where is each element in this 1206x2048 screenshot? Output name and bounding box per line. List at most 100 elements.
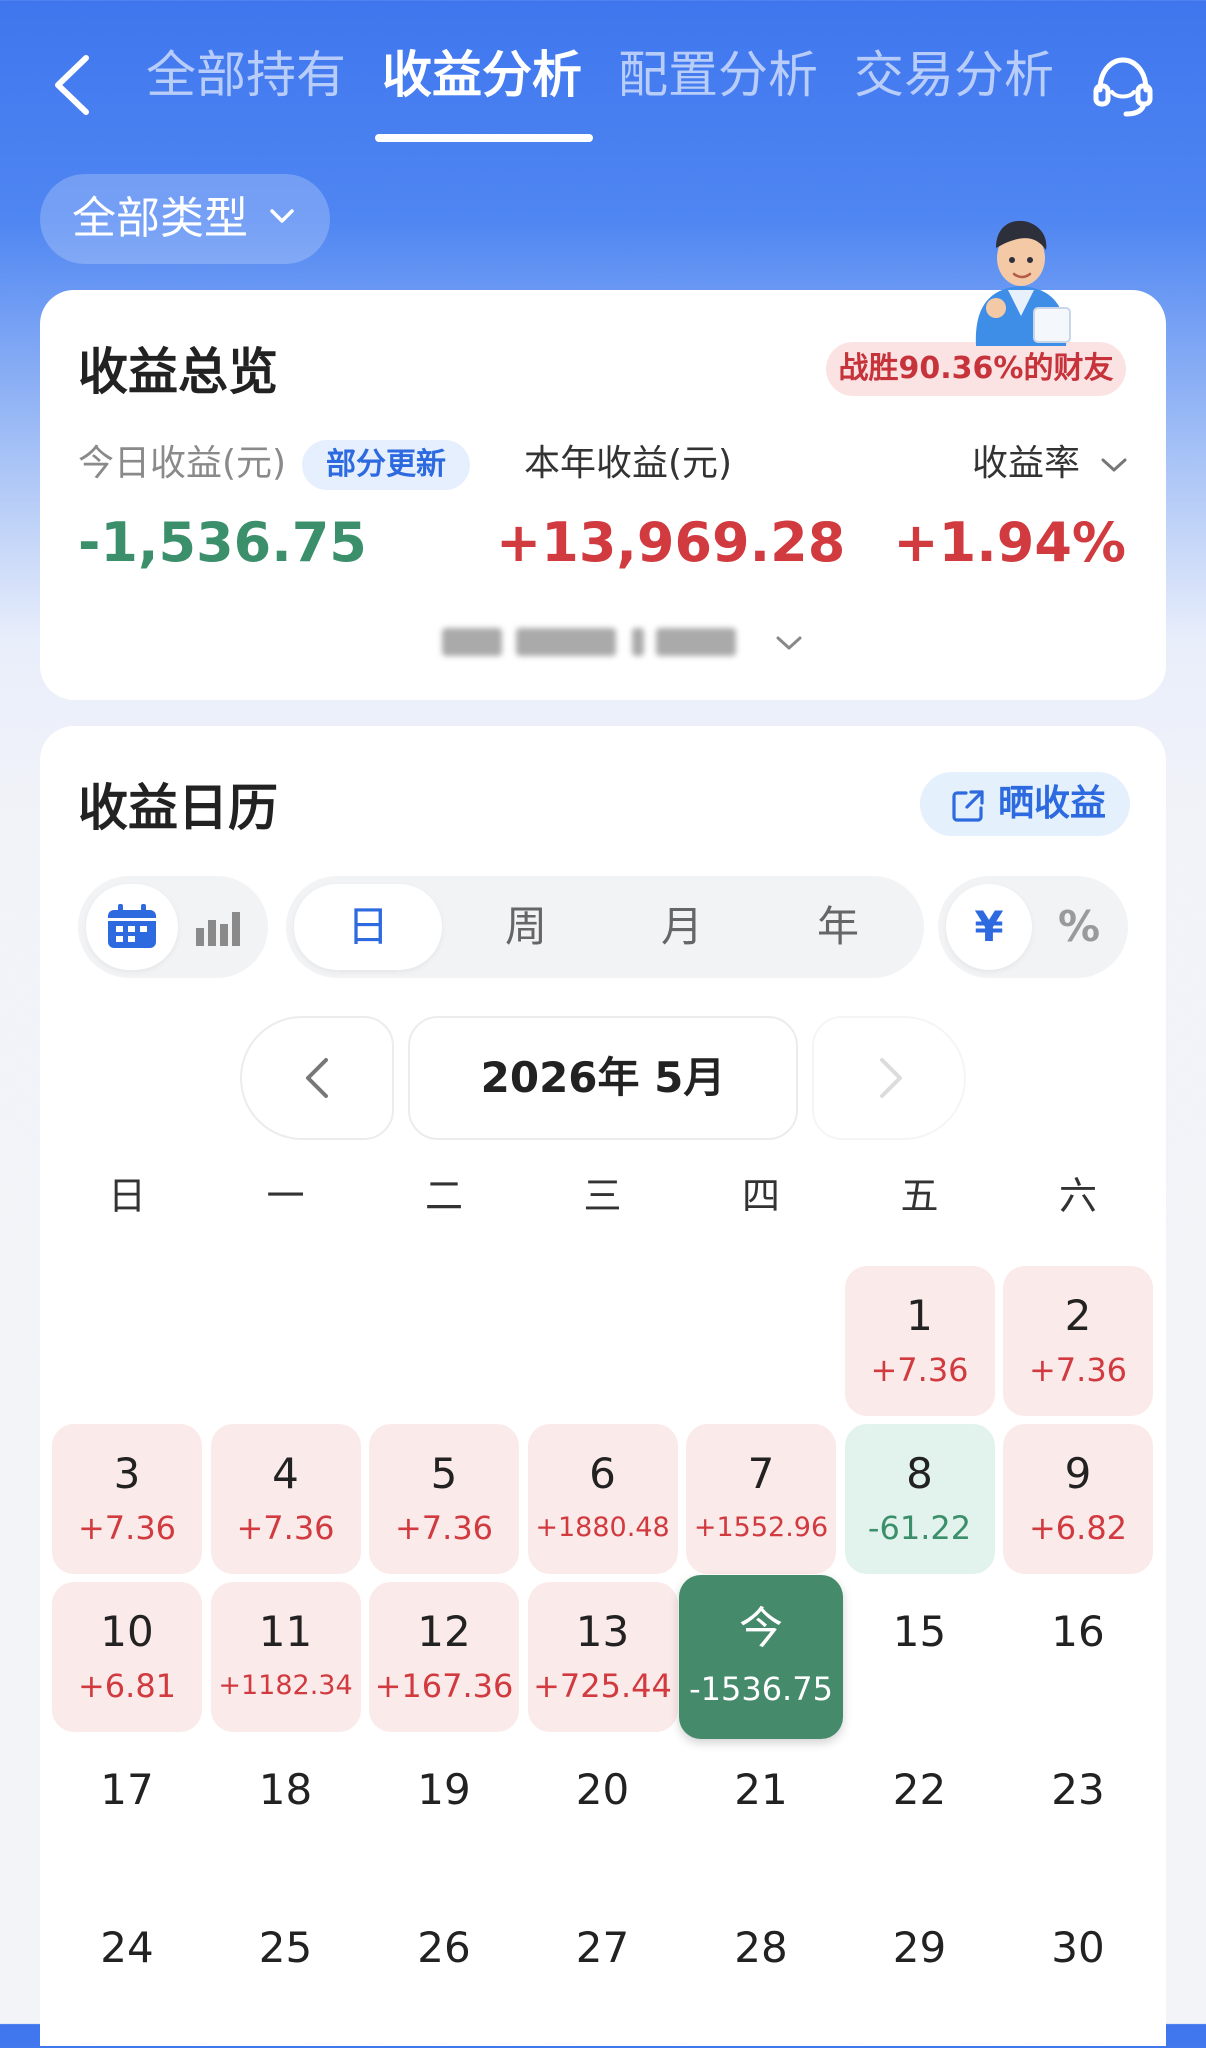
calendar-day[interactable]: 21 [686, 1740, 836, 1890]
income-overview-card: 收益总览 战胜90.36%的财友 今日收益(元) 部分更新 本年收益(元) 收益… [40, 290, 1166, 700]
calendar-day[interactable]: 5 +7.36 [369, 1424, 519, 1574]
day-income-change: -1536.75 [689, 1670, 833, 1708]
calendar-day[interactable]: 9 +6.82 [1003, 1424, 1153, 1574]
unit-percent-tab[interactable]: % [1036, 876, 1122, 978]
today-income-label: 今日收益(元) [78, 443, 287, 484]
day-number: 15 [892, 1607, 947, 1656]
beat-percentile-badge: 战胜90.36%的财友 [826, 342, 1126, 396]
type-filter-label: 全部类型 [72, 193, 248, 244]
support-button[interactable] [1090, 52, 1156, 118]
calendar-day[interactable]: 19 [369, 1740, 519, 1890]
rate-label: 收益率 [972, 443, 1081, 484]
year-income-value: +13,969.28 [496, 511, 846, 574]
back-button[interactable] [46, 50, 106, 120]
mascot-illustration [956, 196, 1086, 346]
chart-view-button[interactable] [178, 876, 264, 978]
tab-trade-analysis[interactable]: 交易分析 [854, 42, 1054, 108]
calendar-day[interactable]: 29 [845, 1898, 995, 2048]
day-number: 16 [1051, 1607, 1105, 1656]
period-month-tab[interactable]: 月 [608, 876, 756, 978]
calendar-view-button[interactable] [86, 876, 178, 978]
share-income-button[interactable]: 晒收益 [920, 772, 1130, 836]
calendar-day[interactable]: 20 [528, 1740, 678, 1890]
weekday-label: 六 [1058, 1174, 1097, 1218]
calendar-day[interactable]: 16 [1003, 1582, 1153, 1732]
calendar-day[interactable]: 3 +7.36 [52, 1424, 202, 1574]
day-income-change: +7.36 [236, 1509, 335, 1547]
rate-value: +1.94% [893, 511, 1126, 574]
share-label: 晒收益 [998, 783, 1107, 824]
active-tab-indicator [375, 134, 593, 142]
calendar-icon [108, 904, 156, 948]
day-number: 26 [417, 1923, 471, 1972]
calendar-day[interactable]: 26 [369, 1898, 519, 2048]
chevron-right-icon [880, 1058, 902, 1098]
period-week-tab[interactable]: 周 [452, 876, 600, 978]
next-month-button[interactable] [812, 1016, 966, 1140]
day-income-change: +7.36 [1028, 1351, 1128, 1389]
chevron-down-icon [1101, 458, 1127, 472]
day-number: 3 [113, 1449, 141, 1498]
calendar-day[interactable]: 2 +7.36 [1003, 1266, 1153, 1416]
weekday-label: 一 [266, 1174, 305, 1218]
calendar-day[interactable]: 22 [845, 1740, 995, 1890]
calendar-day-today[interactable]: 今 -1536.75 [679, 1575, 843, 1739]
prev-month-button[interactable] [240, 1016, 394, 1140]
tab-income-analysis[interactable]: 收益分析 [382, 42, 582, 108]
chevron-down-icon [776, 636, 802, 650]
day-number: 8 [906, 1449, 933, 1498]
headset-icon [1093, 57, 1153, 117]
calendar-day[interactable]: 30 [1003, 1898, 1153, 2048]
type-filter-dropdown[interactable]: 全部类型 [40, 174, 330, 264]
calendar-day[interactable]: 25 [211, 1898, 361, 2048]
day-number: 22 [892, 1765, 947, 1814]
calendar-day[interactable]: 27 [528, 1898, 678, 2048]
calendar-day[interactable]: 11 +1182.34 [210, 1582, 361, 1732]
calendar-day[interactable]: 15 [845, 1582, 995, 1732]
day-number: 1 [906, 1291, 933, 1340]
calendar-day[interactable]: 1 +7.36 [844, 1266, 995, 1416]
day-number: 9 [1064, 1449, 1092, 1498]
income-calendar-card: 收益日历 晒收益 日 周 月 年 ¥ % 2026年 5月 日 一 二 三 四 … [40, 726, 1166, 2046]
weekday-label: 二 [424, 1174, 463, 1218]
calendar-day[interactable]: 18 [211, 1740, 361, 1890]
period-day-tab[interactable]: 日 [294, 876, 442, 978]
weekday-label: 三 [583, 1174, 622, 1218]
today-income-value: -1,536.75 [78, 511, 367, 574]
calendar-day[interactable]: 4 +7.36 [210, 1424, 361, 1574]
rate-selector[interactable]: 收益率 [972, 440, 1129, 488]
overview-title: 收益总览 [78, 343, 278, 401]
calendar-day[interactable]: 6 +1880.48 [527, 1424, 678, 1574]
period-toggle: 日 周 月 年 [286, 876, 924, 978]
day-number: 7 [747, 1449, 775, 1498]
calendar-day[interactable]: 8 -61.22 [844, 1424, 995, 1574]
day-income-change: +7.36 [77, 1509, 177, 1547]
calendar-day[interactable]: 10 +6.81 [52, 1582, 202, 1732]
day-number: 28 [734, 1923, 788, 1972]
calendar-day[interactable]: 17 [52, 1740, 202, 1890]
calendar-day[interactable]: 23 [1003, 1740, 1153, 1890]
calendar-day[interactable]: 24 [52, 1898, 202, 2048]
weekday-label: 日 [107, 1174, 146, 1218]
day-number: 25 [258, 1923, 313, 1972]
tab-allocation-analysis[interactable]: 配置分析 [618, 42, 818, 108]
masked-info-toggle[interactable] [442, 622, 802, 662]
calendar-day[interactable]: 13 +725.44 [527, 1582, 678, 1732]
bar-chart-icon [196, 912, 240, 946]
day-income-change: +7.36 [870, 1351, 969, 1389]
calendar-day[interactable]: 12 +167.36 [369, 1582, 519, 1732]
day-number: 18 [258, 1765, 313, 1814]
day-income-change: +1552.96 [693, 1512, 829, 1543]
calendar-day[interactable]: 7 +1552.96 [686, 1424, 836, 1574]
day-number: 13 [575, 1607, 630, 1656]
calendar-day[interactable]: 28 [686, 1898, 836, 2048]
partial-update-badge[interactable]: 部分更新 [302, 440, 470, 490]
tab-all-holdings[interactable]: 全部持有 [146, 42, 346, 108]
period-year-tab[interactable]: 年 [764, 876, 912, 978]
weekday-label: 五 [900, 1174, 939, 1218]
month-label: 2026年 5月 [408, 1016, 798, 1140]
unit-toggle: ¥ % [938, 876, 1128, 978]
unit-amount-tab[interactable]: ¥ [946, 876, 1032, 978]
day-number: 30 [1051, 1923, 1105, 1972]
day-number: 24 [100, 1923, 154, 1972]
